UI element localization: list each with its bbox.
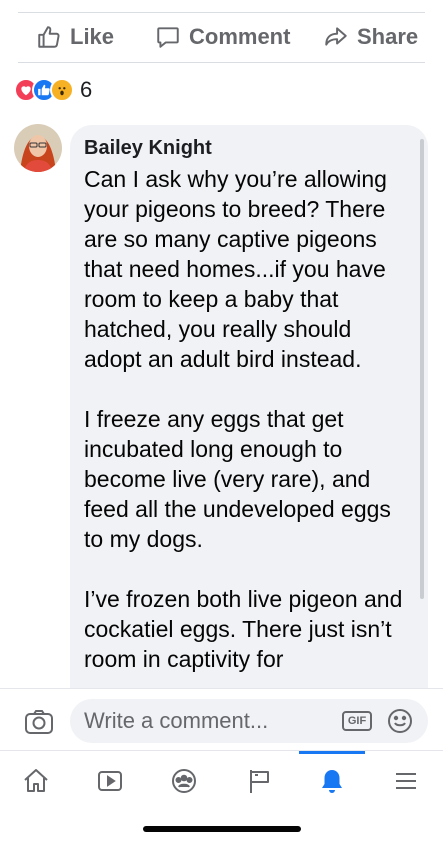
- emoji-icon[interactable]: [386, 707, 414, 735]
- comment-input-placeholder: Write a comment...: [84, 708, 269, 733]
- tab-menu[interactable]: [390, 765, 422, 797]
- comment-author[interactable]: Bailey Knight: [84, 137, 414, 160]
- gif-button[interactable]: GIF: [342, 711, 372, 731]
- like-label: Like: [70, 24, 115, 49]
- share-label: Share: [357, 24, 419, 49]
- comment-paragraph: I freeze any eggs that get incubated lon…: [84, 406, 391, 552]
- home-icon: [24, 769, 48, 792]
- comment-button[interactable]: Comment: [155, 24, 290, 50]
- home-indicator: [143, 826, 301, 832]
- post-action-bar: Like Comment Share: [0, 14, 443, 62]
- scrollbar[interactable]: [420, 139, 424, 599]
- bottom-tab-bar: [0, 750, 443, 806]
- share-button[interactable]: Share: [323, 24, 418, 50]
- tab-notifications[interactable]: [316, 765, 348, 797]
- pages-flag-icon: [250, 770, 269, 793]
- reaction-summary[interactable]: 6: [14, 76, 92, 104]
- comment-input[interactable]: Write a comment... GIF: [70, 699, 428, 743]
- speech-bubble-icon: [157, 27, 179, 48]
- menu-icon: [396, 773, 416, 789]
- groups-icon: [172, 769, 196, 793]
- tab-home[interactable]: [20, 765, 52, 797]
- tab-groups[interactable]: [168, 765, 200, 797]
- notifications-bell-icon: [322, 770, 342, 793]
- comment-paragraph: Can I ask why you’re allowing your pigeo…: [84, 166, 387, 372]
- video-icon: [98, 771, 122, 791]
- top-divider: [18, 12, 425, 13]
- action-bar-divider: [18, 62, 425, 63]
- active-tab-indicator: [299, 751, 365, 754]
- like-button[interactable]: Like: [36, 24, 114, 50]
- tab-video[interactable]: [94, 765, 126, 797]
- comment-paragraph: I’ve frozen both live pigeon and cockati…: [84, 586, 403, 672]
- avatar[interactable]: [14, 124, 62, 172]
- comment-bubble: Bailey Knight Can I ask why you’re allow…: [70, 125, 428, 725]
- comment-composer: Write a comment... GIF: [0, 688, 443, 750]
- comment-label: Comment: [189, 24, 291, 49]
- reaction-count: 6: [80, 77, 93, 102]
- thumbs-up-icon: [38, 26, 60, 48]
- camera-icon[interactable]: [24, 709, 54, 735]
- tab-pages[interactable]: [244, 765, 276, 797]
- share-arrow-icon: [325, 27, 347, 46]
- wow-icon: [50, 78, 74, 102]
